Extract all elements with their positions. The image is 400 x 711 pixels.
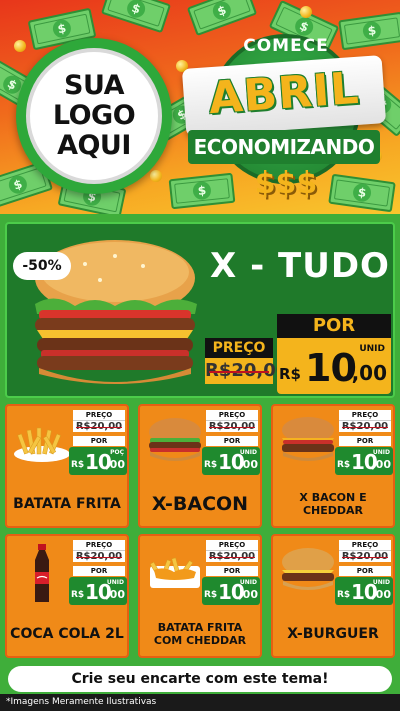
coin-icon bbox=[150, 170, 162, 182]
old-price-label: PREÇO bbox=[73, 410, 125, 420]
burger-icon bbox=[282, 548, 334, 590]
old-price-value: R$20,00 bbox=[206, 550, 258, 562]
product-card-x-bacon-cheddar[interactable]: PREÇO R$20,00 POR UNID R$ 10 ,00 X BACON… bbox=[271, 404, 395, 528]
new-price-label: POR bbox=[339, 436, 391, 446]
old-price-box: PREÇO R$20,00 bbox=[73, 410, 125, 432]
old-price-value: R$20,00 bbox=[205, 358, 288, 384]
old-price-box: PREÇO R$20,00 bbox=[206, 540, 258, 562]
product-name: X-BURGUER bbox=[287, 626, 379, 642]
disclaimer-text: *Imagens Meramente Ilustrativas bbox=[6, 697, 157, 707]
currency-symbol: R$ bbox=[71, 590, 85, 600]
currency-symbol: R$ bbox=[204, 460, 218, 470]
new-price: UNID R$ 10 ,00 bbox=[202, 447, 260, 475]
old-price-box: PREÇO R$20,00 bbox=[206, 410, 258, 432]
price-decimal: ,00 bbox=[351, 361, 387, 385]
old-price-label: PREÇO bbox=[339, 410, 391, 420]
currency-symbol: R$ bbox=[337, 460, 351, 470]
product-name: BATATA FRITA bbox=[13, 496, 121, 512]
logo-text-line: SUA bbox=[64, 70, 124, 101]
currency-symbol: R$ bbox=[71, 460, 85, 470]
product-card-coca-cola[interactable]: PREÇO R$20,00 POR UNID R$ 10 ,00 COCA CO… bbox=[5, 534, 129, 658]
currency-symbol: R$ bbox=[279, 365, 301, 383]
price-decimal: ,00 bbox=[238, 588, 259, 601]
logo-placeholder: SUA LOGO AQUI bbox=[16, 38, 172, 194]
old-price-label: PREÇO bbox=[339, 540, 391, 550]
product-name: X BACON E CHEDDAR bbox=[299, 491, 367, 517]
product-card-batata-cheddar[interactable]: PREÇO R$20,00 POR UNID R$ 10 ,00 BATATA … bbox=[138, 534, 262, 658]
new-price: UNID R$ 10 ,00 bbox=[335, 577, 393, 605]
badge-dollars-text: $$$ bbox=[254, 166, 318, 201]
old-price-box: PREÇO R$20,00 bbox=[339, 410, 391, 432]
featured-product[interactable]: -50% X - TUDO PREÇO R$20,00 POR UNID R$ bbox=[5, 222, 395, 398]
price-decimal: ,00 bbox=[371, 588, 392, 601]
burger-icon bbox=[149, 418, 201, 461]
product-card-x-bacon[interactable]: PREÇO R$20,00 POR UNID R$ 10 ,00 X-BACON bbox=[138, 404, 262, 528]
old-price-value: R$20,00 bbox=[73, 550, 125, 562]
old-price-box: PREÇO R$20,00 bbox=[339, 540, 391, 562]
product-name: X-BACON bbox=[151, 493, 249, 515]
price-decimal: ,00 bbox=[105, 588, 126, 601]
old-price-value: R$20,00 bbox=[339, 550, 391, 562]
new-price-label: POR bbox=[73, 566, 125, 576]
old-price-box: PREÇO R$20,00 bbox=[205, 338, 288, 386]
old-price-label: PREÇO bbox=[206, 410, 258, 420]
logo-text-line: AQUI bbox=[57, 130, 131, 161]
old-price-value: R$20,00 bbox=[73, 420, 125, 432]
price-decimal: ,00 bbox=[238, 458, 259, 471]
new-price: UNID R$ 10 ,00 bbox=[277, 338, 391, 394]
old-price-value: R$20,00 bbox=[339, 420, 391, 432]
discount-badge: -50% bbox=[13, 252, 71, 280]
fries-icon bbox=[14, 427, 70, 462]
fries-cheddar-icon bbox=[149, 557, 200, 588]
price-integer: 10 bbox=[305, 346, 357, 390]
new-price: POÇ R$ 10 ,00 bbox=[69, 447, 127, 475]
price-decimal: ,00 bbox=[371, 458, 392, 471]
badge-economizando-text: ECONOMIZANDO bbox=[188, 130, 380, 164]
old-price-value: R$20,00 bbox=[206, 420, 258, 432]
cta-button[interactable]: Crie seu encarte com este tema! bbox=[8, 666, 392, 692]
coin-icon bbox=[14, 40, 26, 52]
product-card-batata-frita[interactable]: PREÇO R$20,00 POR POÇ R$ 10 ,00 BATATA F… bbox=[5, 404, 129, 528]
new-price: UNID R$ 10 ,00 bbox=[335, 447, 393, 475]
old-price-label: PREÇO bbox=[206, 540, 258, 550]
currency-symbol: R$ bbox=[337, 590, 351, 600]
unit-label: POÇ bbox=[110, 449, 124, 456]
currency-symbol: R$ bbox=[204, 590, 218, 600]
coin-icon bbox=[300, 6, 312, 18]
product-card-x-burguer[interactable]: PREÇO R$20,00 POR UNID R$ 10 ,00 X-BURGU… bbox=[271, 534, 395, 658]
new-price: UNID R$ 10 ,00 bbox=[202, 577, 260, 605]
product-name: COCA COLA 2L bbox=[10, 626, 124, 642]
offers-area: -50% X - TUDO PREÇO R$20,00 POR UNID R$ bbox=[0, 214, 400, 694]
money-bill-icon bbox=[100, 0, 172, 34]
featured-product-name: X - TUDO bbox=[210, 246, 390, 286]
footer-bar: *Imagens Meramente Ilustrativas bbox=[0, 694, 400, 711]
new-price-label: POR bbox=[339, 566, 391, 576]
price-decimal: ,00 bbox=[105, 458, 126, 471]
old-price-label: PREÇO bbox=[73, 540, 125, 550]
soda-bottle-icon bbox=[35, 544, 49, 602]
campaign-badge: COMECE ABRIL ECONOMIZANDO $$$ bbox=[178, 28, 390, 210]
header-banner: SUA LOGO AQUI COMECE ABRIL ECONOMIZANDO … bbox=[0, 0, 400, 214]
product-name: BATATA FRITA COM CHEDDAR bbox=[153, 621, 247, 647]
new-price-label: POR bbox=[73, 436, 125, 446]
badge-comece-text: COMECE bbox=[243, 36, 329, 56]
new-price: UNID R$ 10 ,00 bbox=[69, 577, 127, 605]
new-price-label: POR bbox=[206, 436, 258, 446]
logo-circle: SUA LOGO AQUI bbox=[26, 48, 162, 184]
logo-text-line: LOGO bbox=[52, 100, 136, 131]
old-price-label: PREÇO bbox=[205, 338, 273, 358]
unit-label: UNID bbox=[359, 344, 385, 354]
new-price-label: POR bbox=[277, 314, 391, 338]
new-price-box: POR UNID R$ 10 ,00 bbox=[277, 314, 391, 394]
burger-cheddar-icon bbox=[282, 417, 334, 461]
old-price-box: PREÇO R$20,00 bbox=[73, 540, 125, 562]
new-price-label: POR bbox=[206, 566, 258, 576]
